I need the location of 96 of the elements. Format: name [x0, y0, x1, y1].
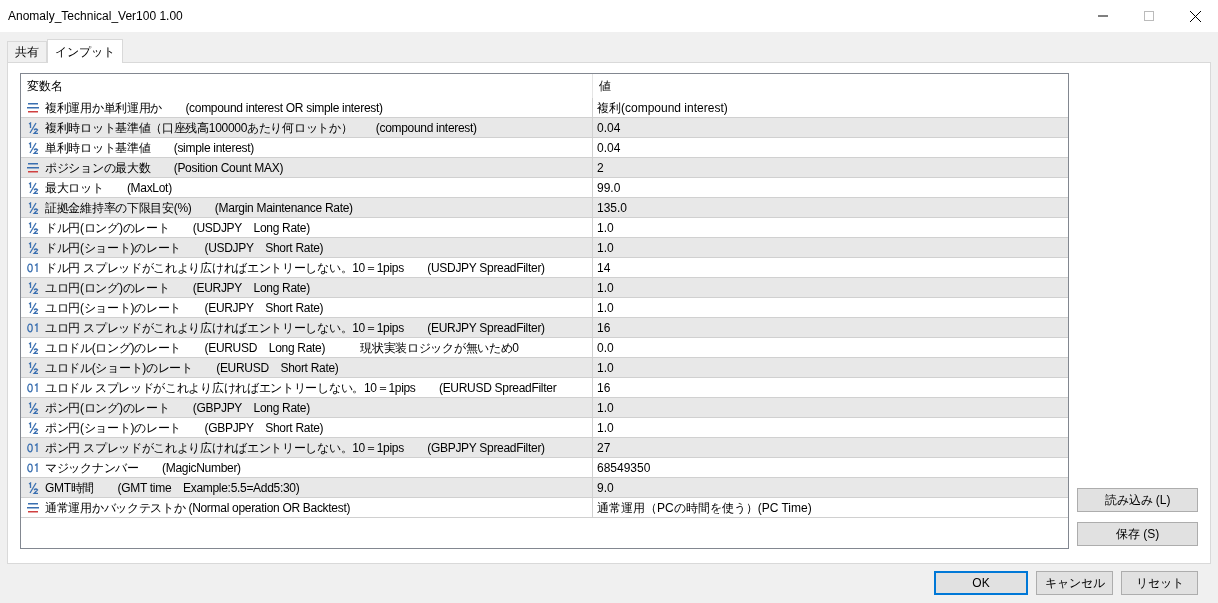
- fraction-icon: [27, 481, 39, 494]
- parameter-name: 通常運用かバックテストか (Normal operation OR Backtest): [45, 499, 351, 517]
- parameter-value: 1.0: [597, 359, 614, 377]
- parameter-row[interactable]: ドル円(ショート)のレート (USDJPY Short Rate) 1.0: [21, 238, 1068, 258]
- parameter-value: 通常運用（PCの時間を使う）(PC Time): [597, 499, 812, 517]
- list-icon: [27, 502, 39, 513]
- parameter-name: ドル円(ロング)のレート (USDJPY Long Rate): [45, 219, 310, 237]
- list-icon: [27, 102, 39, 113]
- digits-icon: [27, 442, 39, 453]
- parameter-value: 1.0: [597, 399, 614, 417]
- parameter-name: ポン円(ロング)のレート (GBPJPY Long Rate): [45, 399, 310, 417]
- parameter-value: 1.0: [597, 299, 614, 317]
- parameter-name: 複利時ロット基準値（口座残高100000あたり何ロットか） (compound interest): [45, 119, 477, 137]
- fraction-icon: [27, 241, 39, 254]
- parameter-row[interactable]: ポン円(ロング)のレート (GBPJPY Long Rate) 1.0: [21, 398, 1068, 418]
- fraction-icon: [27, 121, 39, 134]
- parameter-value: 1.0: [597, 419, 614, 437]
- parameter-row[interactable]: ポジションの最大数 (Position Count MAX) 2: [21, 158, 1068, 178]
- fraction-icon: [27, 401, 39, 414]
- fraction-icon: [27, 341, 39, 354]
- parameter-row[interactable]: ユロドル(ショート)のレート (EURUSD Short Rate) 1.0: [21, 358, 1068, 378]
- tab[interactable]: インプット: [47, 39, 123, 63]
- parameter-name: ユロドル(ショート)のレート (EURUSD Short Rate): [45, 359, 339, 377]
- parameter-row[interactable]: ポン円(ショート)のレート (GBPJPY Short Rate) 1.0: [21, 418, 1068, 438]
- parameter-name: 証拠金維持率の下限目安(%) (Margin Maintenance Rate): [45, 199, 353, 217]
- tab[interactable]: 共有: [7, 41, 47, 62]
- parameter-value: 16: [597, 379, 611, 397]
- fraction-icon: [27, 281, 39, 294]
- parameter-value: 1.0: [597, 219, 614, 237]
- parameter-name: ポン円(ショート)のレート (GBPJPY Short Rate): [45, 419, 324, 437]
- parameter-value: 14: [597, 259, 611, 277]
- column-header: 値: [598, 78, 612, 95]
- parameter-value: 0.0: [597, 339, 614, 357]
- dialog-button[interactable]: キャンセル: [1036, 571, 1113, 595]
- parameter-name: ユロ円 スプレッドがこれより広ければエントリーしない。10＝1pips (EURJPY SpreadFilter): [45, 319, 545, 337]
- parameter-row[interactable]: ユロ円 スプレッドがこれより広ければエントリーしない。10＝1pips (EURJPY SpreadFilter) 16: [21, 318, 1068, 338]
- parameter-row[interactable]: 通常運用かバックテストか (Normal operation OR Backtest) 通常運用（PCの時間を使う）(PC Time): [21, 498, 1068, 518]
- parameter-value: 68549350: [597, 459, 651, 477]
- parameter-value: 2: [597, 159, 604, 177]
- parameter-name: GMT時間 (GMT time Example:5.5=Add5:30): [45, 479, 300, 497]
- parameter-row[interactable]: GMT時間 (GMT time Example:5.5=Add5:30) 9.0: [21, 478, 1068, 498]
- parameter-value: 1.0: [597, 239, 614, 257]
- digits-icon: [27, 382, 39, 393]
- parameter-row[interactable]: ユロ円(ロング)のレート (EURJPY Long Rate) 1.0: [21, 278, 1068, 298]
- side-button[interactable]: 読み込み (L): [1077, 488, 1198, 512]
- fraction-icon: [27, 181, 39, 194]
- parameter-row[interactable]: ユロ円(ショート)のレート (EURJPY Short Rate) 1.0: [21, 298, 1068, 318]
- parameter-row[interactable]: 最大ロット (MaxLot) 99.0: [21, 178, 1068, 198]
- parameter-value: 99.0: [597, 179, 621, 197]
- parameter-name: 単利時ロット基準値 (simple interest): [45, 139, 254, 157]
- dialog-button[interactable]: OK: [934, 571, 1028, 595]
- parameter-name: ユロ円(ショート)のレート (EURJPY Short Rate): [45, 299, 324, 317]
- parameter-name: ドル円(ショート)のレート (USDJPY Short Rate): [45, 239, 324, 257]
- maximize-icon: [1144, 11, 1154, 21]
- parameter-row[interactable]: ユロドル スプレッドがこれより広ければエントリーしない。10＝1pips (EURUSD SpreadFilter 16: [21, 378, 1068, 398]
- parameter-name: ユロドル スプレッドがこれより広ければエントリーしない。10＝1pips (EURUSD SpreadFilter: [45, 379, 557, 397]
- parameter-row[interactable]: 複利運用か単利運用か (compound interest OR simple interest) 複利(compound interest): [21, 98, 1068, 118]
- parameter-row[interactable]: ドル円 スプレッドがこれより広ければエントリーしない。10＝1pips (USDJPY SpreadFilter) 14: [21, 258, 1068, 278]
- dialog-button[interactable]: リセット: [1121, 571, 1198, 595]
- fraction-icon: [27, 301, 39, 314]
- list-icon: [27, 162, 39, 173]
- fraction-icon: [27, 421, 39, 434]
- fraction-icon: [27, 141, 39, 154]
- parameter-row[interactable]: ポン円 スプレッドがこれより広ければエントリーしない。10＝1pips (GBPJPY SpreadFilter) 27: [21, 438, 1068, 458]
- parameter-name: 最大ロット (MaxLot): [45, 179, 172, 197]
- parameter-name: ポジションの最大数 (Position Count MAX): [45, 159, 284, 177]
- parameter-name: マジックナンバー (MagicNumber): [45, 459, 241, 477]
- parameter-value: 1.0: [597, 279, 614, 297]
- parameter-value: 0.04: [597, 119, 621, 137]
- parameter-name: ユロドル(ロング)のレート (EURUSD Long Rate) 現状実装ロジックが無いため0: [45, 339, 519, 357]
- parameter-name: ポン円 スプレッドがこれより広ければエントリーしない。10＝1pips (GBPJPY SpreadFilter): [45, 439, 545, 457]
- fraction-icon: [27, 221, 39, 234]
- close-icon: [1189, 10, 1201, 22]
- side-button[interactable]: 保存 (S): [1077, 522, 1198, 546]
- parameter-value: 0.04: [597, 139, 621, 157]
- fraction-icon: [27, 361, 39, 374]
- parameter-row[interactable]: 証拠金維持率の下限目安(%) (Margin Maintenance Rate) 135.0: [21, 198, 1068, 218]
- minimize-icon: [1098, 15, 1108, 17]
- parameter-name: 複利運用か単利運用か (compound interest OR simple interest): [45, 99, 383, 117]
- parameter-value: 16: [597, 319, 611, 337]
- parameter-row[interactable]: ユロドル(ロング)のレート (EURUSD Long Rate) 現状実装ロジックが無いため0 0.0: [21, 338, 1068, 358]
- fraction-icon: [27, 201, 39, 214]
- digits-icon: [27, 322, 39, 333]
- parameter-value: 9.0: [597, 479, 614, 497]
- parameter-value: 27: [597, 439, 611, 457]
- digits-icon: [27, 462, 39, 473]
- parameter-row[interactable]: 複利時ロット基準値（口座残高100000あたり何ロットか） (compound interest) 0.04: [21, 118, 1068, 138]
- parameter-value: 135.0: [597, 199, 628, 217]
- window-title: Anomaly_Technical_Ver100 1.00: [7, 8, 183, 25]
- parameter-row[interactable]: マジックナンバー (MagicNumber) 68549350: [21, 458, 1068, 478]
- parameter-row[interactable]: 単利時ロット基準値 (simple interest) 0.04: [21, 138, 1068, 158]
- parameter-value: 複利(compound interest): [597, 99, 728, 117]
- parameter-row[interactable]: ドル円(ロング)のレート (USDJPY Long Rate) 1.0: [21, 218, 1068, 238]
- parameter-name: ドル円 スプレッドがこれより広ければエントリーしない。10＝1pips (USDJPY SpreadFilter): [45, 259, 545, 277]
- digits-icon: [27, 262, 39, 273]
- parameter-name: ユロ円(ロング)のレート (EURJPY Long Rate): [45, 279, 310, 297]
